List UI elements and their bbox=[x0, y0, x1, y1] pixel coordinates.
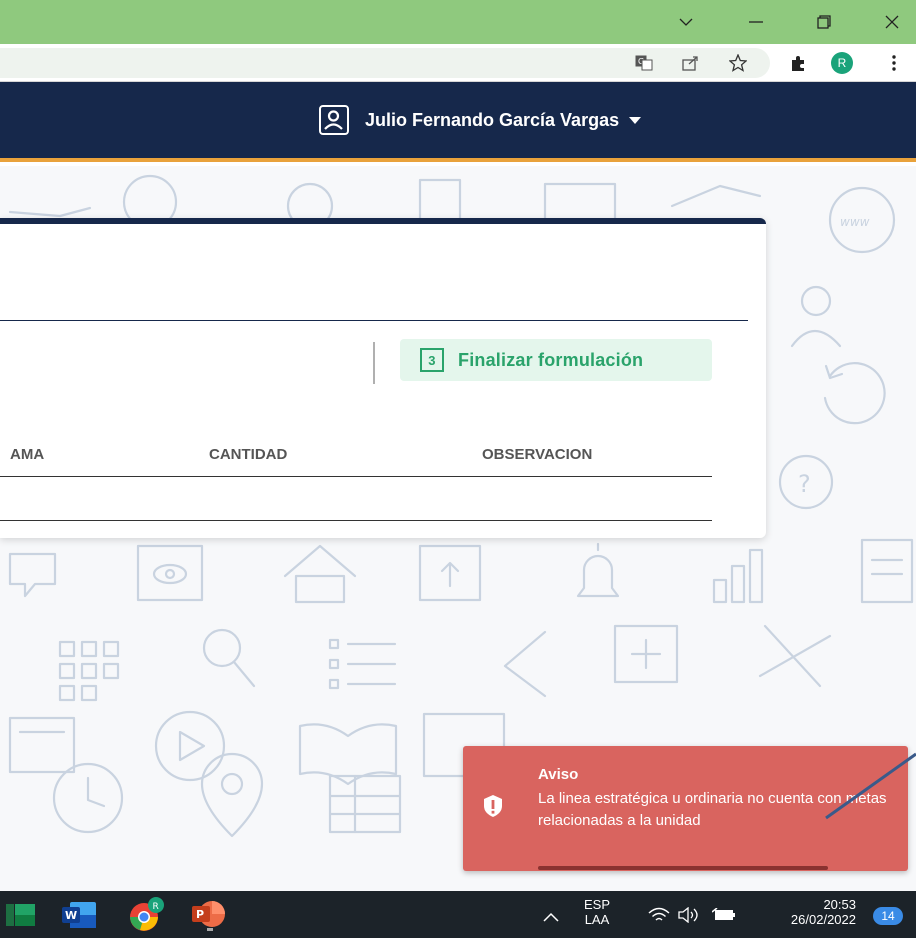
browser-toolbar: G R bbox=[0, 44, 916, 82]
bookmark-star-icon[interactable] bbox=[727, 52, 749, 74]
chat-icon bbox=[8, 552, 57, 598]
grid-icon bbox=[58, 640, 120, 702]
share-icon[interactable] bbox=[680, 52, 702, 74]
finalize-formulation-button[interactable]: 3 Finalizar formulación bbox=[400, 339, 712, 381]
notifications-badge[interactable]: 14 bbox=[873, 907, 903, 925]
table-row-divider bbox=[0, 520, 712, 521]
add-icon bbox=[613, 624, 679, 684]
tab-search-chevron-icon[interactable] bbox=[674, 10, 698, 34]
clock-date: 26/02/2022 bbox=[790, 912, 856, 927]
bell-icon bbox=[576, 542, 620, 598]
extensions-puzzle-icon[interactable] bbox=[787, 52, 809, 74]
home-icon bbox=[283, 544, 357, 604]
chevron-up-icon[interactable] bbox=[543, 909, 559, 927]
user-icon bbox=[790, 285, 842, 348]
svg-text:?: ? bbox=[798, 470, 811, 498]
chevron-down-icon bbox=[629, 116, 642, 124]
www-icon: www bbox=[828, 186, 896, 254]
eye-icon bbox=[136, 544, 204, 602]
toast-progress-bar bbox=[538, 866, 828, 870]
toast-message: La linea estratégica u ordinaria no cuen… bbox=[538, 790, 887, 829]
location-icon bbox=[200, 752, 264, 838]
restore-icon[interactable] bbox=[812, 10, 836, 34]
notifications-count: 14 bbox=[881, 909, 895, 923]
svg-text:W: W bbox=[65, 909, 77, 922]
column-header-cantidad[interactable]: CANTIDAD bbox=[209, 446, 287, 463]
browser-title-bar bbox=[0, 0, 916, 44]
scissors-icon bbox=[758, 624, 832, 688]
profile-avatar[interactable]: R bbox=[831, 52, 853, 74]
word-icon[interactable]: W bbox=[62, 902, 96, 928]
table-icon bbox=[328, 774, 402, 834]
column-header-programa[interactable]: AMA bbox=[10, 446, 44, 463]
newspaper-icon bbox=[8, 716, 76, 774]
excel-icon[interactable] bbox=[6, 904, 36, 926]
clock[interactable]: 20:53 26/02/2022 bbox=[760, 897, 856, 927]
powerpoint-icon[interactable]: P bbox=[192, 901, 228, 931]
toast-title: Aviso bbox=[538, 766, 579, 783]
warning-toast[interactable]: Aviso La linea estratégica u ordinaria n… bbox=[463, 746, 908, 871]
translate-icon[interactable]: G bbox=[633, 52, 655, 74]
language-bottom: LAA bbox=[584, 912, 610, 927]
language-indicator[interactable]: ESP LAA bbox=[582, 897, 612, 927]
clock-time: 20:53 bbox=[823, 897, 856, 912]
finalize-button-label: Finalizar formulación bbox=[458, 349, 644, 370]
search-icon bbox=[202, 628, 256, 688]
chrome-icon[interactable]: R bbox=[128, 897, 164, 938]
minimize-icon[interactable] bbox=[744, 10, 768, 34]
vertical-divider bbox=[373, 342, 375, 384]
close-icon[interactable] bbox=[880, 10, 904, 34]
chrome-badge: R bbox=[153, 902, 159, 912]
column-header-observacion[interactable]: OBSERVACION bbox=[482, 446, 592, 463]
upload-icon bbox=[418, 544, 482, 602]
bar-chart-icon bbox=[712, 548, 764, 604]
play-icon bbox=[154, 710, 226, 782]
document-icon bbox=[860, 538, 914, 604]
svg-text:P: P bbox=[196, 908, 204, 921]
filter-3-icon: 3 bbox=[420, 348, 444, 372]
clock-icon bbox=[52, 762, 124, 834]
kebab-menu-icon[interactable] bbox=[883, 52, 905, 74]
formulation-card: 3 Finalizar formulación AMA CANTIDAD OBS… bbox=[0, 218, 766, 538]
volume-icon[interactable] bbox=[678, 906, 700, 928]
user-profile-icon bbox=[319, 105, 349, 135]
wifi-icon[interactable] bbox=[648, 907, 670, 928]
language-top: ESP bbox=[583, 897, 610, 912]
svg-text:www: www bbox=[840, 215, 870, 229]
profile-initial: R bbox=[837, 56, 847, 70]
finalize-icon-number: 3 bbox=[428, 352, 436, 368]
battery-icon[interactable] bbox=[711, 907, 736, 927]
refresh-icon bbox=[823, 362, 886, 425]
list-icon bbox=[328, 638, 397, 690]
chevron-icon bbox=[503, 630, 547, 698]
user-menu[interactable]: Julio Fernando García Vargas bbox=[319, 102, 642, 138]
user-name: Julio Fernando García Vargas bbox=[365, 109, 620, 130]
table-header-divider bbox=[0, 476, 712, 477]
shield-alert-icon bbox=[484, 795, 502, 817]
windows-taskbar: W R P ESP LAA 20:53 26/02/2022 14 bbox=[0, 891, 916, 938]
help-icon: ? bbox=[778, 454, 834, 510]
card-separator bbox=[0, 320, 748, 321]
app-header: Julio Fernando García Vargas bbox=[0, 82, 916, 162]
